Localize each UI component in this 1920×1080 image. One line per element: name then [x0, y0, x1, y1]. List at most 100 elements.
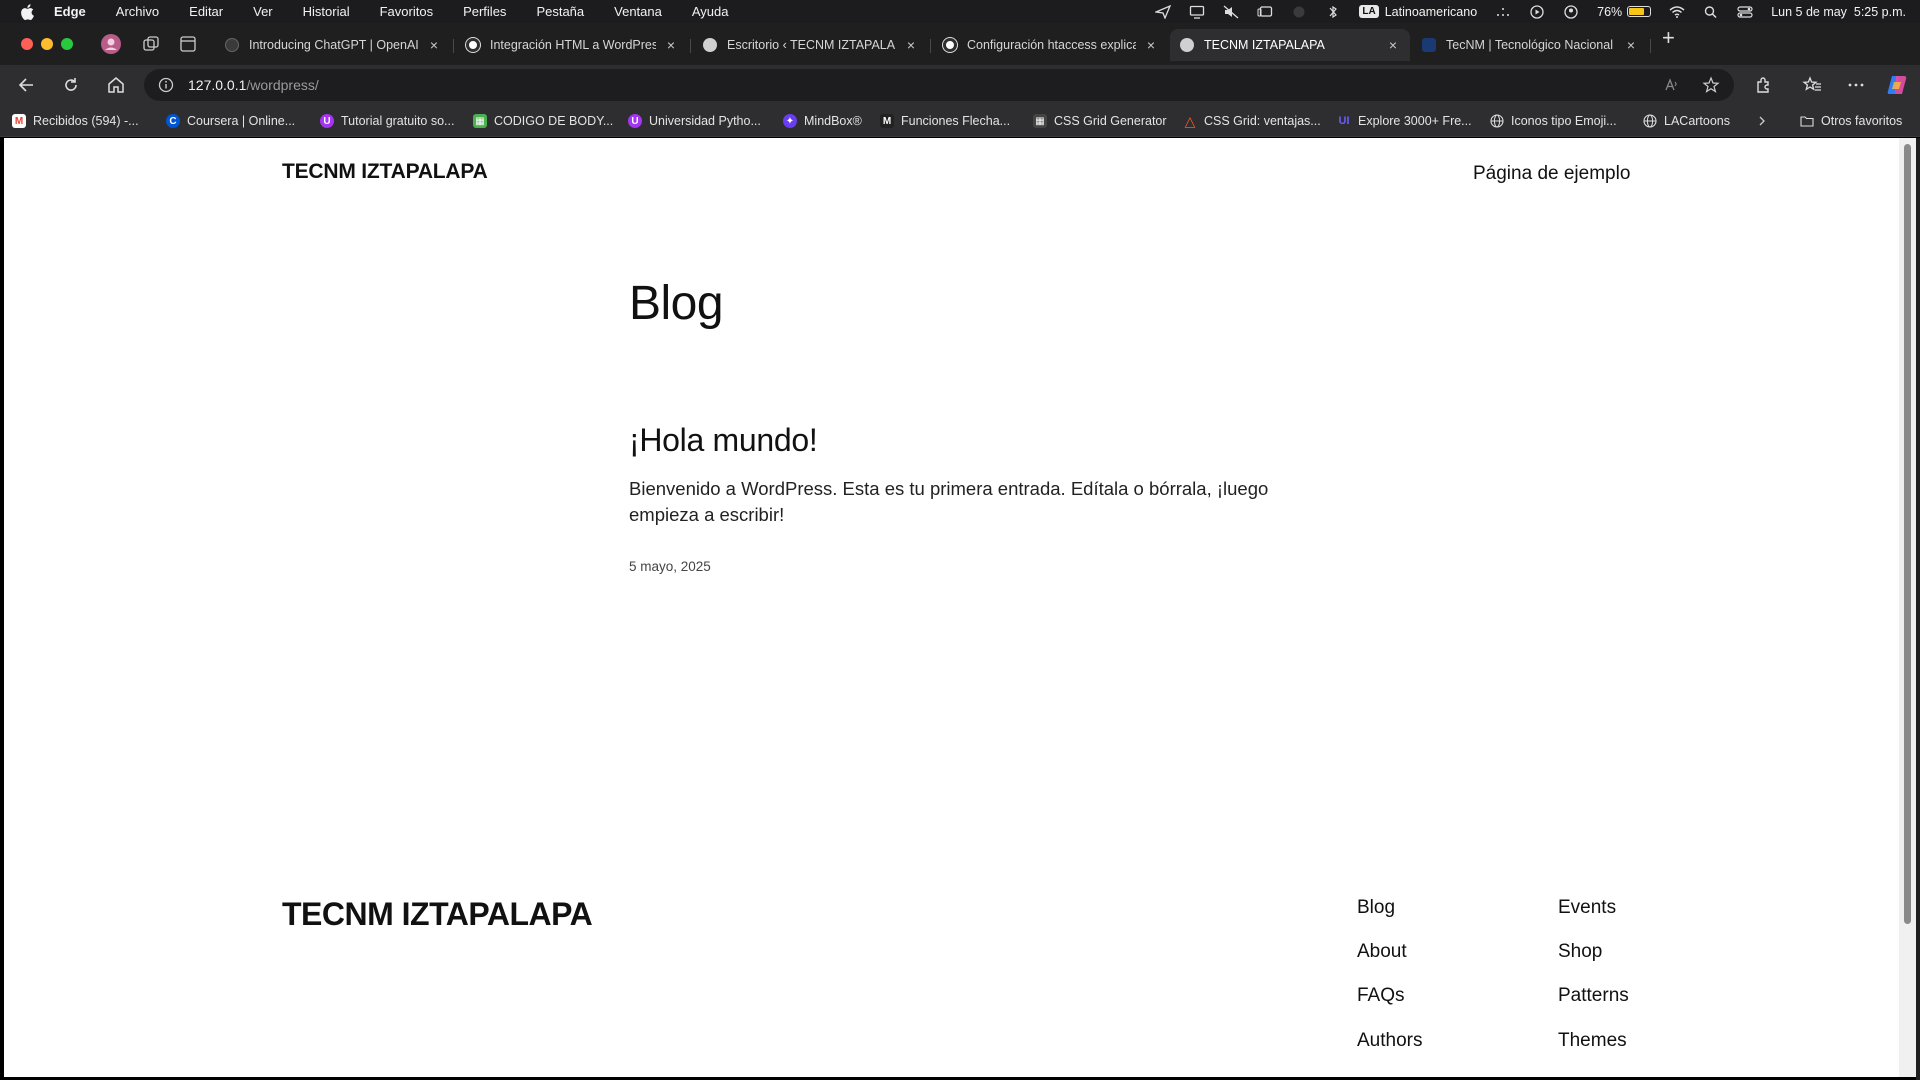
menu-ayuda[interactable]: Ayuda	[692, 4, 729, 19]
control-center-icon[interactable]	[1737, 5, 1753, 19]
stage-manager-icon[interactable]	[1257, 5, 1273, 19]
menu-historial[interactable]: Historial	[303, 4, 350, 19]
favorites-icon[interactable]	[1802, 75, 1822, 95]
tecnm-icon	[1422, 38, 1436, 52]
bookmark-label: CSS Grid: ventajas...	[1204, 114, 1321, 128]
mindbox-icon: ✦	[783, 114, 797, 128]
menu-ver[interactable]: Ver	[253, 4, 273, 19]
input-source-label: Latinoamericano	[1384, 4, 1478, 19]
spotlight-search-icon[interactable]	[1703, 5, 1719, 19]
wifi-icon[interactable]	[1669, 5, 1685, 19]
tab-escritorio-wp[interactable]: Escritorio ‹ TECNM IZTAPALAPA ×	[693, 29, 928, 61]
chevron-right-icon[interactable]	[1756, 115, 1768, 127]
bookmark-gmail[interactable]: M Recibidos (594) -...	[12, 111, 139, 131]
bookmark-universidad-python[interactable]: U Universidad Pytho...	[628, 111, 761, 131]
user-circle-icon[interactable]	[1563, 4, 1579, 19]
post-title[interactable]: ¡Hola mundo!	[629, 422, 818, 459]
bookmark-tutorial[interactable]: U Tutorial gratuito so...	[320, 111, 454, 131]
bookmark-label: Otros favoritos	[1821, 114, 1903, 128]
close-tab-icon[interactable]: ×	[1386, 37, 1400, 53]
dots-icon[interactable]	[1495, 5, 1511, 19]
tab-separator	[930, 39, 931, 53]
bookmark-other-favorites[interactable]: Otros favoritos	[1800, 111, 1902, 131]
scrollbar-thumb[interactable]	[1904, 144, 1911, 924]
menu-ventana[interactable]: Ventana	[614, 4, 662, 19]
reload-icon[interactable]	[61, 75, 81, 95]
bookmark-lacartoons[interactable]: LACartoons	[1643, 111, 1730, 131]
footer-link-blog[interactable]: Blog	[1357, 897, 1395, 919]
bookmark-codigo-body[interactable]: ▦ CODIGO DE BODY...	[473, 111, 613, 131]
footer-link-themes[interactable]: Themes	[1558, 1030, 1627, 1052]
battery-status[interactable]: 76%	[1597, 5, 1652, 19]
extensions-icon[interactable]	[1754, 75, 1774, 95]
close-tab-icon[interactable]: ×	[1624, 37, 1638, 53]
tab-tecnm-nacional[interactable]: TecNM | Tecnológico Nacional d ×	[1412, 29, 1648, 61]
close-tab-icon[interactable]: ×	[904, 37, 918, 53]
workspaces-icon[interactable]	[141, 34, 161, 54]
more-options-icon[interactable]	[1846, 75, 1866, 95]
close-tab-icon[interactable]: ×	[427, 37, 441, 53]
input-source[interactable]: LA Latinoamericano	[1359, 5, 1477, 19]
site-info-icon[interactable]	[158, 77, 174, 93]
window-edge	[1916, 138, 1920, 1080]
close-window-button[interactable]	[21, 38, 33, 50]
tab-htaccess[interactable]: Configuración htaccess explica ×	[933, 29, 1168, 61]
site-title[interactable]: TECNM IZTAPALAPA	[282, 160, 488, 184]
post-excerpt: Bienvenido a WordPress. Esta es tu prime…	[629, 478, 1269, 525]
bookmark-label: Iconos tipo Emoji...	[1511, 114, 1617, 128]
footer-site-title[interactable]: TECNM IZTAPALAPA	[282, 896, 593, 933]
footer-link-patterns[interactable]: Patterns	[1558, 985, 1629, 1007]
menubar-clock[interactable]: Lun 5 de may 5:25 p.m.	[1771, 5, 1906, 19]
bookmark-funciones-flecha[interactable]: M Funciones Flecha...	[880, 111, 1010, 131]
nav-link-sample-page[interactable]: Página de ejemplo	[1473, 163, 1630, 185]
bookmark-iconos-emoji[interactable]: Iconos tipo Emoji...	[1490, 111, 1617, 131]
tab-integracion-html[interactable]: Integración HTML a WordPress ×	[456, 29, 688, 61]
page-viewport: TECNM IZTAPALAPA Página de ejemplo Blog …	[4, 138, 1899, 1077]
menu-app-name[interactable]: Edge	[54, 4, 86, 19]
favorite-star-icon[interactable]	[1702, 76, 1720, 94]
tab-title: Integración HTML a WordPress	[490, 38, 656, 52]
apple-icon[interactable]	[20, 3, 34, 20]
back-icon[interactable]	[17, 75, 37, 95]
location-arrow-icon[interactable]	[1155, 4, 1172, 19]
bookmark-label: CSS Grid Generator	[1054, 114, 1167, 128]
footer-link-shop[interactable]: Shop	[1558, 941, 1602, 963]
menu-archivo[interactable]: Archivo	[116, 4, 159, 19]
bookmark-mindbox[interactable]: ✦ MindBox®	[783, 111, 862, 131]
new-tab-icon[interactable]: +	[1662, 25, 1675, 51]
play-circle-icon[interactable]	[1529, 4, 1545, 19]
tab-chatgpt-intro[interactable]: Introducing ChatGPT | OpenAI ×	[215, 29, 451, 61]
minimize-window-button[interactable]	[41, 38, 53, 50]
tab-tecnm-iztapalapa[interactable]: TECNM IZTAPALAPA ×	[1170, 29, 1410, 61]
chatgpt-icon	[466, 38, 480, 52]
menu-pestana[interactable]: Pestaña	[536, 4, 584, 19]
footer-link-faqs[interactable]: FAQs	[1357, 985, 1405, 1007]
read-aloud-icon[interactable]	[1664, 77, 1680, 93]
fullscreen-window-button[interactable]	[61, 38, 73, 50]
profile-avatar-icon[interactable]	[101, 34, 121, 54]
bookmark-label: Universidad Pytho...	[649, 114, 761, 128]
address-bar[interactable]: 127.0.0.1/wordpress/	[144, 69, 1734, 101]
footer-link-about[interactable]: About	[1357, 941, 1407, 963]
menu-editar[interactable]: Editar	[189, 4, 223, 19]
bookmark-coursera[interactable]: C Coursera | Online...	[166, 111, 295, 131]
record-icon[interactable]	[1291, 5, 1307, 19]
bluetooth-off-icon[interactable]	[1325, 5, 1341, 19]
vertical-tabs-icon[interactable]	[178, 34, 198, 54]
menu-favoritos[interactable]: Favoritos	[380, 4, 433, 19]
post-date[interactable]: 5 mayo, 2025	[629, 559, 711, 574]
bookmark-explore-3000[interactable]: UI Explore 3000+ Fre...	[1337, 111, 1472, 131]
page-scrollbar[interactable]	[1899, 138, 1916, 1077]
bookmark-css-grid-ventajas[interactable]: △ CSS Grid: ventajas...	[1183, 111, 1321, 131]
sound-muted-icon[interactable]	[1223, 5, 1239, 19]
close-tab-icon[interactable]: ×	[664, 37, 678, 53]
bookmark-css-grid-generator[interactable]: ▦ CSS Grid Generator	[1033, 111, 1167, 131]
footer-link-authors[interactable]: Authors	[1357, 1030, 1422, 1052]
close-tab-icon[interactable]: ×	[1144, 37, 1158, 53]
copilot-icon[interactable]	[1886, 74, 1908, 96]
menu-perfiles[interactable]: Perfiles	[463, 4, 506, 19]
home-icon[interactable]	[106, 75, 126, 95]
battery-fill	[1629, 8, 1645, 15]
footer-link-events[interactable]: Events	[1558, 897, 1616, 919]
display-icon[interactable]	[1189, 5, 1205, 19]
